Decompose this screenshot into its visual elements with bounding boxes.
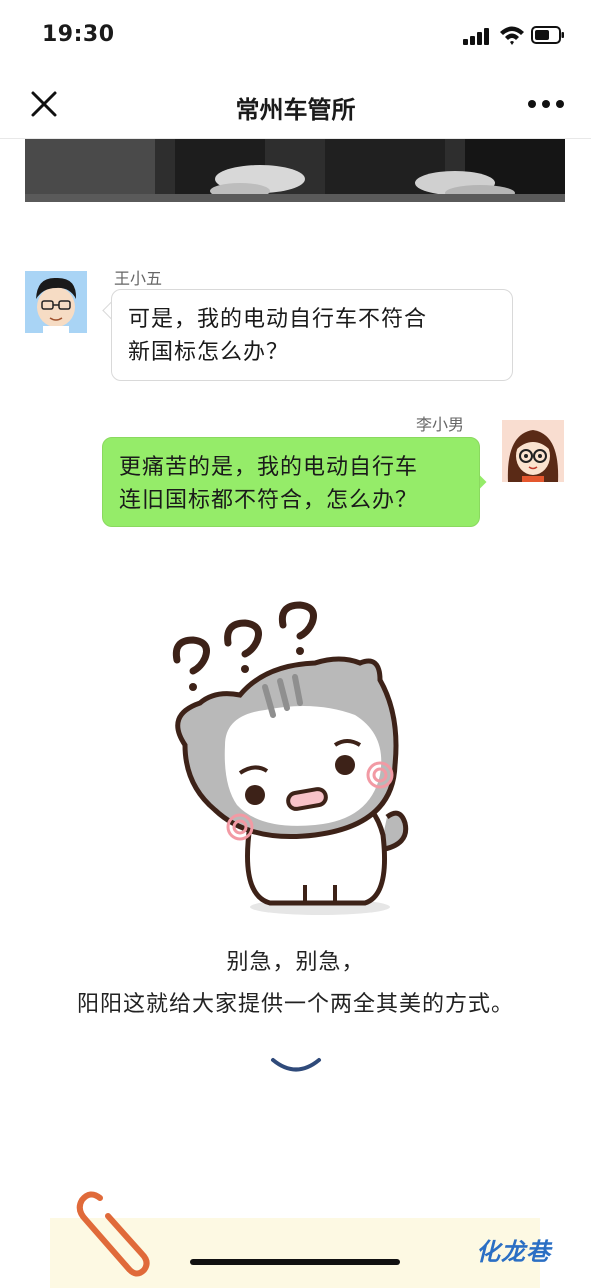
- avatar[interactable]: [25, 271, 87, 333]
- caption-line-1: 别急，别急，: [226, 950, 365, 975]
- caption-line-2: 阳阳这就给大家提供一个两全其美的方式。: [76, 992, 514, 1017]
- avatar[interactable]: [502, 420, 564, 482]
- chevron-down-icon[interactable]: [270, 1055, 322, 1077]
- more-icon[interactable]: [528, 100, 564, 110]
- battery-icon: [531, 26, 564, 44]
- message-line: 连旧国标都不符合，怎么办？: [119, 488, 419, 513]
- sender-name: 王小五: [114, 269, 163, 288]
- confused-cat-sticker: [172, 601, 409, 915]
- wifi-icon: [500, 26, 524, 45]
- message-line: 新国标怎么办？: [128, 340, 290, 365]
- message-bubble[interactable]: 更痛苦的是，我的电动自行车 连旧国标都不符合，怎么办？: [102, 437, 480, 527]
- watermark-logo: 化龙巷: [476, 1238, 551, 1266]
- sender-name: 李小男: [416, 415, 465, 434]
- cellular-signal-icon: [463, 27, 493, 45]
- status-time: 19:30: [42, 22, 115, 47]
- article-photo: [25, 139, 565, 202]
- nav-bar: 常州车管所: [0, 70, 591, 139]
- status-bar: 19:30: [0, 0, 591, 70]
- page-title: 常州车管所: [235, 96, 356, 124]
- message-line: 更痛苦的是，我的电动自行车: [119, 455, 419, 480]
- message-bubble[interactable]: 可是，我的电动自行车不符合 新国标怎么办？: [111, 289, 513, 381]
- message-line: 可是，我的电动自行车不符合: [128, 307, 428, 332]
- home-indicator[interactable]: [190, 1259, 400, 1265]
- paperclip-icon: [76, 1191, 150, 1277]
